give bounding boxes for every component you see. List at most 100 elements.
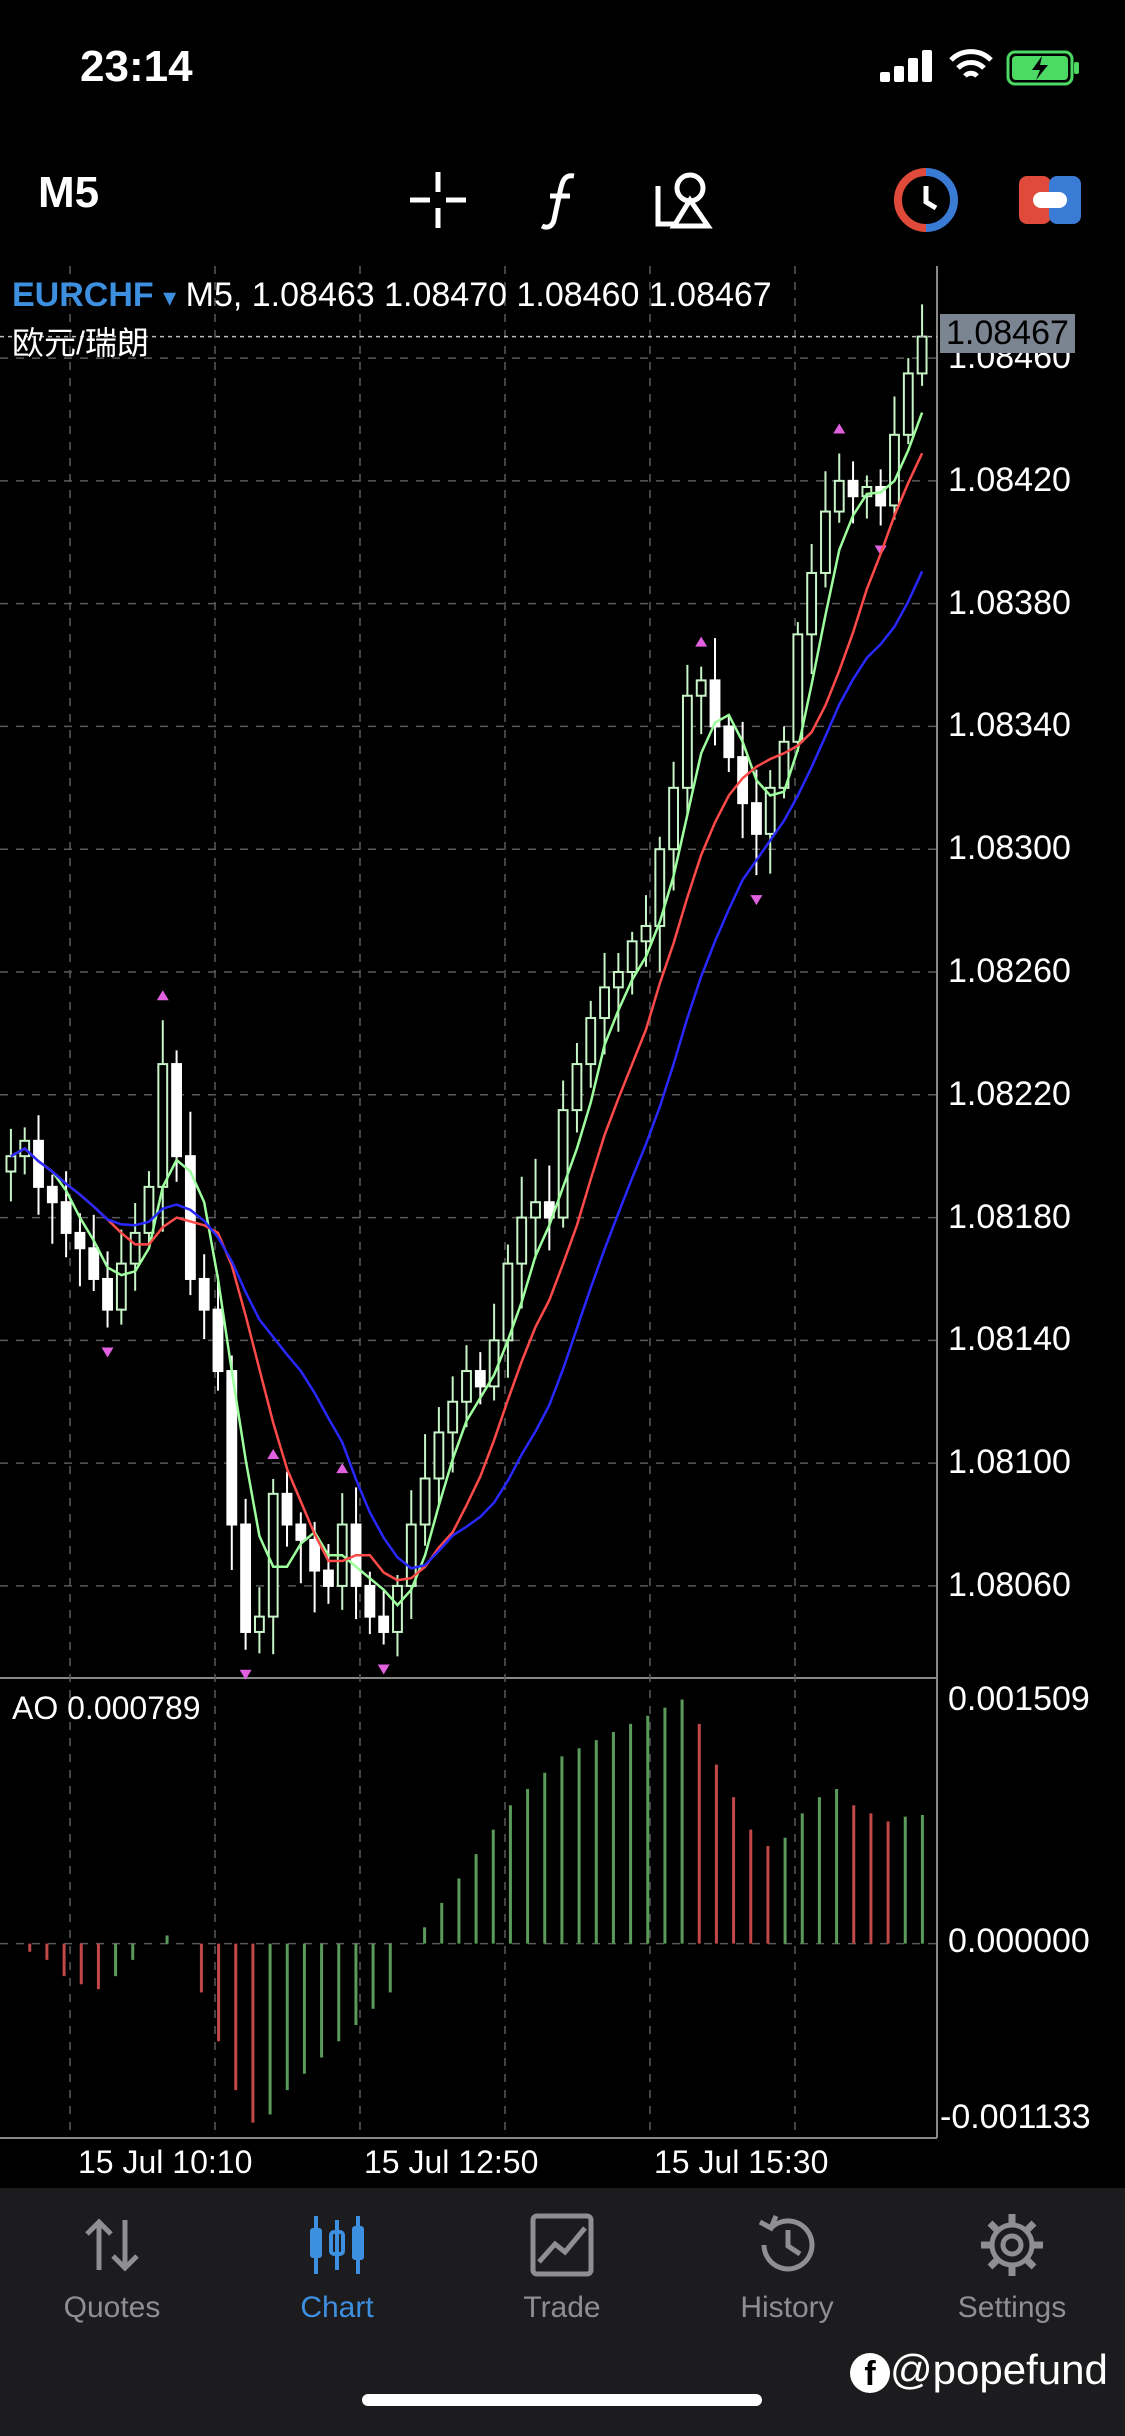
bear-candle (378, 1615, 390, 1633)
bull-candle (419, 1477, 431, 1526)
bear-candle (723, 725, 735, 759)
price-axis-label: 1.08180 (948, 1197, 1071, 1236)
tab-chart-label: Chart (300, 2291, 374, 2324)
chart-symbol-info[interactable]: EURCHF ▾ M5, 1.08463 1.08470 1.08460 1.0… (12, 276, 772, 315)
bull-candle (433, 1431, 445, 1480)
objects-icon (655, 172, 713, 229)
trade-icon (530, 2213, 594, 2277)
bull-candle (461, 1370, 472, 1403)
symbol-dropdown-icon[interactable]: ▾ (163, 282, 176, 312)
bear-candle (847, 479, 859, 498)
symbol-name[interactable]: EURCHF (12, 276, 154, 314)
facebook-logo-icon: f (850, 2352, 890, 2393)
current-price-tag: 1.08467 (940, 314, 1075, 353)
bull-candle (806, 571, 818, 636)
crosshair-icon (410, 172, 466, 228)
bear-candle (46, 1185, 58, 1204)
bear-candle (240, 1523, 252, 1633)
bear-candle (74, 1231, 86, 1250)
bull-candle (392, 1584, 403, 1633)
settings-icon (981, 2214, 1043, 2276)
bull-candle (681, 694, 693, 789)
tab-history[interactable]: History (687, 2210, 887, 2325)
tab-quotes[interactable]: Quotes (12, 2210, 212, 2325)
timeframe-button[interactable]: M5 (38, 168, 99, 218)
bear-candle (364, 1584, 376, 1618)
trade-toggle-icon (1019, 176, 1081, 224)
bear-candle (88, 1247, 100, 1280)
bear-candle (198, 1277, 210, 1311)
bull-candle (530, 1201, 541, 1219)
bull-candle (626, 940, 638, 973)
bear-candle (212, 1308, 224, 1373)
trade-toggle-button[interactable] (1010, 160, 1090, 240)
tab-trade-label: Trade (523, 2291, 601, 2324)
bull-candle (129, 1231, 141, 1265)
fractal-down (101, 1347, 114, 1358)
time-axis-label-3: 15 Jul 15:30 (654, 2144, 829, 2180)
bull-candle (447, 1400, 459, 1434)
bull-candle (902, 372, 914, 436)
chart-icon (310, 2216, 364, 2274)
price-axis-label: 1.08380 (948, 583, 1071, 622)
bear-candle (295, 1523, 307, 1541)
tab-settings[interactable]: Settings (912, 2210, 1112, 2325)
objects-button[interactable] (646, 160, 726, 240)
fractal-up (833, 423, 846, 434)
ao-indicator-label: AO 0.000789 (12, 1690, 201, 1726)
home-indicator[interactable] (362, 2394, 762, 2406)
bear-candle (323, 1569, 334, 1587)
bear-candle (474, 1370, 486, 1388)
bull-candle (267, 1492, 279, 1618)
timeframe-switch-icon (894, 168, 958, 232)
tab-history-label: History (740, 2291, 834, 2324)
tab-settings-label: Settings (957, 2291, 1067, 2324)
tab-quotes-label: Quotes (63, 2291, 161, 2324)
bear-candle (281, 1492, 293, 1526)
bear-candle (60, 1201, 72, 1234)
bull-candle (157, 1063, 169, 1188)
price-axis-label: 1.08140 (948, 1320, 1071, 1359)
battery-icon (1006, 50, 1079, 86)
bull-candle (115, 1262, 127, 1311)
tab-trade[interactable]: Trade (462, 2210, 662, 2325)
bull-candle (5, 1155, 17, 1173)
ao-axis-zero: 0.000000 (948, 1922, 1090, 1960)
symbol-description: 欧元/瑞朗 (12, 325, 149, 361)
watermark-handle: @popefund (890, 2346, 1108, 2393)
bull-candle (612, 971, 624, 989)
ao-axis-bottom: -0.001133 (940, 2098, 1091, 2136)
wifi-icon (949, 49, 993, 78)
bear-candle (309, 1538, 321, 1572)
fractal-up (695, 636, 708, 647)
bull-candle (516, 1216, 528, 1265)
bear-candle (171, 1063, 182, 1158)
bull-candle (792, 633, 804, 743)
fractal-up (336, 1463, 349, 1474)
bull-candle (253, 1615, 265, 1633)
function-icon (540, 173, 575, 230)
time-axis-label-1: 15 Jul 10:10 (78, 2144, 253, 2180)
tab-chart[interactable]: Chart (237, 2210, 437, 2325)
fractal-down (377, 1664, 390, 1675)
bull-candle (695, 679, 707, 697)
bull-candle (820, 510, 831, 574)
quotes-icon (85, 2218, 139, 2272)
bull-candle (599, 986, 610, 1020)
price-axis-label: 1.08420 (948, 460, 1071, 499)
bull-candle (889, 433, 900, 507)
bull-candle (833, 479, 845, 513)
price-axis-label: 1.08220 (948, 1074, 1071, 1113)
fractal-up (267, 1448, 280, 1459)
price-axis-label: 1.08340 (948, 706, 1071, 745)
crosshair-button[interactable] (398, 160, 478, 240)
bull-candle (668, 786, 680, 851)
ohlc-values: M5, 1.08463 1.08470 1.08460 1.08467 (185, 276, 772, 314)
bear-candle (184, 1155, 196, 1280)
price-axis-label: 1.08260 (948, 952, 1071, 990)
timeframe-switch-button[interactable] (886, 160, 966, 240)
indicators-button[interactable] (522, 160, 602, 240)
ao-axis-top: 0.001509 (948, 1680, 1090, 1718)
bear-candle (751, 802, 762, 835)
bull-candle (640, 924, 652, 943)
